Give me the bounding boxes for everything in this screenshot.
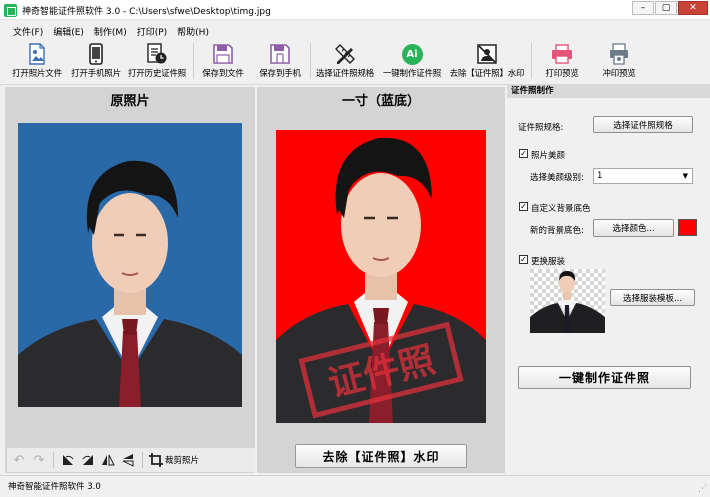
crop-button[interactable]: 裁剪照片 [149,451,199,469]
flip-vertical-button[interactable] [120,451,136,469]
open-history-label: 打开历史证件照 [127,69,187,79]
flip-horizontal-icon [102,454,115,466]
wash-preview-label: 冲印预览 [602,69,636,79]
ai-icon: Ai [401,42,423,66]
one-click-button[interactable]: Ai 一键制作证件照 [381,39,443,83]
maximize-button[interactable]: ▢ [655,1,677,15]
change-clothes-checkbox-label: 更换服装 [531,257,566,267]
save-file-label: 保存到文件 [202,69,244,79]
window-controls: – ▢ ✕ [632,1,708,15]
toolbar-divider [310,43,311,79]
crop-label: 裁剪照片 [165,456,200,466]
ruler-pencil-icon [334,42,356,66]
beauty-level-value: 1 [597,171,603,181]
custom-bg-checkbox[interactable]: ✓ [519,202,528,211]
menu-print[interactable]: 打印(P) [134,21,174,39]
toolbar-divider [193,43,194,79]
open-phone-button[interactable]: 打开手机照片 [67,39,125,83]
original-photo-title: 原照片 [110,94,150,109]
original-photo-panel: 原照片 ↶ ↷ 裁剪照片 [5,87,255,473]
save-phone-label: 保存到手机 [259,69,301,79]
open-photo-button[interactable]: 打开照片文件 [7,39,67,83]
beauty-level-label: 选择美颜级别: [530,173,584,183]
result-photo[interactable]: 证件照 [276,130,486,423]
beauty-level-select[interactable]: 1 ▼ [593,168,693,184]
phone-icon [85,42,107,66]
status-text: 神奇智能证件照软件 3.0 [8,482,101,492]
settings-panel: 证件照制作 证件照规格: 选择证件照规格 ✓ 照片美颜 选择美颜级别: 1 ▼ … [507,85,710,473]
result-photo-panel: 一寸（蓝底） 证件照 去除【证件照】水印 [257,87,505,473]
beauty-checkbox-label: 照片美颜 [531,151,566,161]
open-file-icon [26,42,48,66]
ai-badge: Ai [401,43,423,65]
choose-spec-button[interactable]: 选择证件照规格 [313,39,377,83]
spec-label: 证件照规格: [518,123,564,133]
remove-watermark-toolbar-label: 去除【证件照】水印 [449,69,525,79]
open-photo-label: 打开照片文件 [12,69,62,79]
menu-edit[interactable]: 编辑(E) [50,21,91,39]
status-bar: 神奇智能证件照软件 3.0 ⋰ [0,475,710,497]
open-history-button[interactable]: 打开历史证件照 [125,39,189,83]
rotate-right-icon [82,455,93,465]
rotate-right-button[interactable] [80,451,96,469]
photo-edit-tools: ↶ ↷ 裁剪照片 [7,448,255,472]
menu-make[interactable]: 制作(M) [91,21,134,39]
change-clothes-checkbox[interactable]: ✓ [519,255,528,264]
chevron-down-icon: ▼ [682,172,688,180]
crop-icon [149,453,163,467]
result-photo-title: 一寸（蓝底） [341,94,420,109]
save-phone-button[interactable]: 保存到手机 [256,39,304,83]
print-preview-button[interactable]: 打印预览 [540,39,584,83]
rotate-left-icon [63,455,74,465]
print-preview-label: 打印预览 [545,69,579,79]
original-photo[interactable] [18,123,242,407]
close-button[interactable]: ✕ [678,1,708,15]
toolbar: 打开照片文件 打开手机照片 打开历史证件照 保存到文件 保存到手机 选择证件照规… [0,39,710,85]
rotate-left-button[interactable] [60,451,76,469]
minimize-button[interactable]: – [632,1,654,15]
custom-bg-checkbox-label: 自定义背景底色 [531,204,591,214]
redo-button[interactable]: ↷ [31,451,47,469]
save-to-phone-icon [269,42,291,66]
make-id-photo-button[interactable]: 一键制作证件照 [518,366,691,389]
menu-file[interactable]: 文件(F) [10,21,50,39]
wash-preview-button[interactable]: 冲印预览 [597,39,641,83]
no-watermark-icon [476,42,498,66]
flip-vertical-icon [122,454,134,467]
window-title: 神奇智能证件照软件 3.0 - C:\Users\sfwe\Desktop\ti… [22,7,271,17]
clothes-template-thumbnail [530,269,605,333]
open-phone-label: 打开手机照片 [71,69,121,79]
history-icon [146,42,168,66]
new-bg-label: 新的背景底色: [530,226,584,236]
app-logo-icon [4,4,17,17]
resize-grip-icon[interactable]: ⋰ [698,484,707,494]
tools-divider [53,452,54,468]
flip-horizontal-button[interactable] [100,451,116,469]
menu-bar: 文件(F) 编辑(E) 制作(M) 打印(P) 帮助(H) [0,21,710,39]
tools-divider [142,452,143,468]
beauty-checkbox[interactable]: ✓ [519,149,528,158]
photo-print-icon [608,42,630,66]
selected-color-swatch[interactable] [678,219,697,236]
printer-icon [551,42,573,66]
choose-clothes-button[interactable]: 选择服装模板... [610,289,695,306]
settings-header: 证件照制作 [507,85,710,98]
choose-color-button[interactable]: 选择颜色... [593,219,674,237]
toolbar-divider [531,43,532,79]
choose-spec-label: 选择证件照规格 [315,69,375,79]
save-file-button[interactable]: 保存到文件 [197,39,249,83]
menu-help[interactable]: 帮助(H) [174,21,216,39]
save-icon [212,42,234,66]
choose-spec-panel-button[interactable]: 选择证件照规格 [593,116,693,133]
remove-watermark-button[interactable]: 去除【证件照】水印 [295,444,467,468]
title-bar: 神奇智能证件照软件 3.0 - C:\Users\sfwe\Desktop\ti… [0,0,710,20]
remove-watermark-toolbar-button[interactable]: 去除【证件照】水印 [446,39,528,83]
undo-button[interactable]: ↶ [11,451,27,469]
one-click-label: 一键制作证件照 [382,69,442,79]
